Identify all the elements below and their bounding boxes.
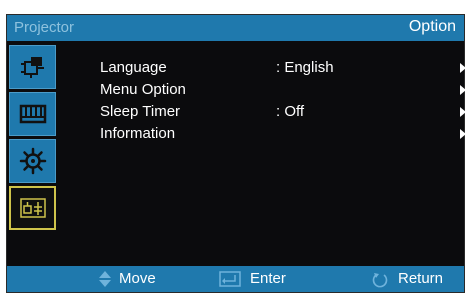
submenu-arrow-icon: [460, 129, 466, 139]
display-options-icon: [19, 198, 46, 218]
sidebar-item-settings[interactable]: [9, 139, 56, 183]
button-guide-bar: Move Enter Return: [7, 266, 464, 292]
osd-window: Projector Option Language: English Menu…: [6, 14, 466, 293]
menu-item-language[interactable]: Language : English: [100, 59, 466, 81]
enter-hint-label: Enter: [250, 270, 286, 287]
submenu-arrow-icon: [460, 63, 466, 73]
option-menu: Language : English Menu Option Sleep Tim…: [100, 59, 466, 147]
menu-item-sleep-timer[interactable]: Sleep Timer : Off: [100, 103, 466, 125]
menu-item-menu-option[interactable]: Menu Option: [100, 81, 466, 103]
input-source-icon: [20, 57, 44, 78]
submenu-arrow-icon: [460, 85, 466, 95]
menu-item-label: Information: [100, 125, 176, 142]
menu-item-value: : English: [276, 59, 334, 76]
move-arrows-icon: [99, 271, 111, 287]
window-title: Projector: [14, 19, 75, 36]
title-bar: Projector Option: [7, 15, 464, 41]
sidebar-item-option[interactable]: [9, 186, 56, 230]
menu-item-value: : Off: [276, 103, 305, 120]
sidebar-item-keyboard[interactable]: [9, 92, 56, 136]
keyboard-icon: [19, 104, 46, 124]
move-hint-label: Move: [119, 270, 156, 287]
section-title: Option: [408, 18, 456, 35]
return-arrow-icon: [372, 273, 388, 288]
return-hint-label: Return: [398, 270, 444, 287]
menu-item-label: Language: [100, 59, 167, 76]
menu-item-information[interactable]: Information: [100, 125, 466, 147]
enter-key-icon: [219, 271, 241, 287]
sidebar-item-input[interactable]: [9, 45, 56, 89]
submenu-arrow-icon: [460, 107, 466, 117]
menu-item-label: Sleep Timer: [100, 103, 181, 120]
menu-item-label: Menu Option: [100, 81, 186, 98]
settings-gear-icon: [19, 147, 46, 175]
